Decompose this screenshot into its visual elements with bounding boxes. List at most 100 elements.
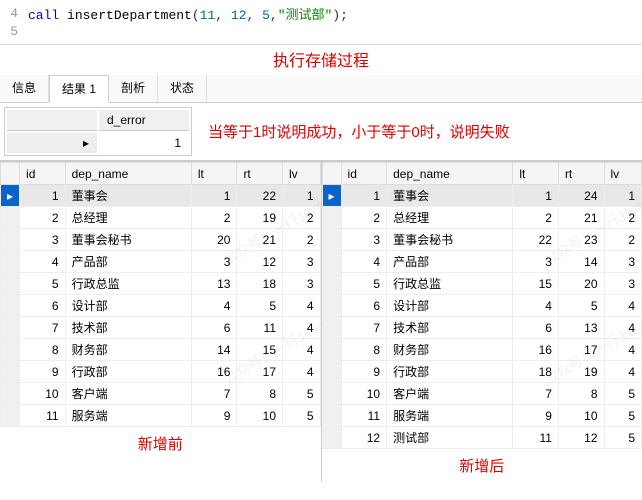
cell-lt[interactable]: 6 <box>191 317 237 339</box>
cell-lv[interactable]: 3 <box>283 273 320 295</box>
cell-dep_name[interactable]: 技术部 <box>65 317 191 339</box>
table-row[interactable]: 12测试部11125 <box>322 427 642 449</box>
cell-rt[interactable]: 14 <box>558 251 604 273</box>
cell-rt[interactable]: 24 <box>558 185 604 207</box>
cell-lt[interactable]: 11 <box>513 427 559 449</box>
table-row[interactable]: 6设计部454 <box>1 295 321 317</box>
cell-dep_name[interactable]: 技术部 <box>387 317 513 339</box>
cell-lt[interactable]: 4 <box>191 295 237 317</box>
cell-id[interactable]: 10 <box>20 383 66 405</box>
cell-lv[interactable]: 2 <box>283 207 320 229</box>
cell-lv[interactable]: 4 <box>604 295 641 317</box>
cell-dep_name[interactable]: 测试部 <box>387 427 513 449</box>
cell-lv[interactable]: 2 <box>283 229 320 251</box>
cell-lv[interactable]: 4 <box>604 317 641 339</box>
cell-lt[interactable]: 9 <box>191 405 237 427</box>
cell-rt[interactable]: 10 <box>558 405 604 427</box>
cell-id[interactable]: 8 <box>341 339 387 361</box>
cell-rt[interactable]: 17 <box>237 361 283 383</box>
cell-rt[interactable]: 13 <box>558 317 604 339</box>
cell-lt[interactable]: 20 <box>191 229 237 251</box>
table-row[interactable]: 3董事会秘书20212 <box>1 229 321 251</box>
cell-id[interactable]: 5 <box>20 273 66 295</box>
cell-lv[interactable]: 4 <box>604 339 641 361</box>
cell-lv[interactable]: 5 <box>604 383 641 405</box>
cell-rt[interactable]: 11 <box>237 317 283 339</box>
cell-lt[interactable]: 6 <box>513 317 559 339</box>
cell-lv[interactable]: 4 <box>283 361 320 383</box>
cell-lt[interactable]: 2 <box>513 207 559 229</box>
cell-id[interactable]: 11 <box>341 405 387 427</box>
cell-rt[interactable]: 12 <box>237 251 283 273</box>
cell-id[interactable]: 7 <box>20 317 66 339</box>
table-row[interactable]: ▸1董事会1241 <box>322 185 642 207</box>
table-row[interactable]: 3董事会秘书22232 <box>322 229 642 251</box>
cell-lt[interactable]: 4 <box>513 295 559 317</box>
cell-id[interactable]: 7 <box>341 317 387 339</box>
tab-状态[interactable]: 状态 <box>158 75 207 102</box>
table-row[interactable]: 5行政总监13183 <box>1 273 321 295</box>
code-editor[interactable]: 4call insertDepartment(11, 12, 5,"测试部");… <box>0 0 642 45</box>
cell-dep_name[interactable]: 服务端 <box>387 405 513 427</box>
cell-rt[interactable]: 21 <box>558 207 604 229</box>
table-row[interactable]: 6设计部454 <box>322 295 642 317</box>
col-id[interactable]: id <box>20 163 66 185</box>
cell-dep_name[interactable]: 董事会秘书 <box>387 229 513 251</box>
table-row[interactable]: 11服务端9105 <box>1 405 321 427</box>
cell-lv[interactable]: 5 <box>283 405 320 427</box>
cell-lv[interactable]: 4 <box>283 317 320 339</box>
cell-dep_name[interactable]: 行政总监 <box>387 273 513 295</box>
col-rt[interactable]: rt <box>558 163 604 185</box>
table-row[interactable]: 10客户端785 <box>1 383 321 405</box>
tab-结果 1[interactable]: 结果 1 <box>49 75 109 103</box>
cell-rt[interactable]: 23 <box>558 229 604 251</box>
cell-rt[interactable]: 20 <box>558 273 604 295</box>
cell-rt[interactable]: 21 <box>237 229 283 251</box>
col-rt[interactable]: rt <box>237 163 283 185</box>
cell-lt[interactable]: 18 <box>513 361 559 383</box>
cell-rt[interactable]: 22 <box>237 185 283 207</box>
cell-id[interactable]: 8 <box>20 339 66 361</box>
col-lv[interactable]: lv <box>604 163 641 185</box>
cell-id[interactable]: 11 <box>20 405 66 427</box>
table-row[interactable]: 7技术部6114 <box>1 317 321 339</box>
cell-dep_name[interactable]: 客户端 <box>65 383 191 405</box>
cell-lt[interactable]: 16 <box>191 361 237 383</box>
cell-rt[interactable]: 10 <box>237 405 283 427</box>
cell-lt[interactable]: 3 <box>513 251 559 273</box>
table-row[interactable]: 2总经理2192 <box>1 207 321 229</box>
cell-rt[interactable]: 5 <box>558 295 604 317</box>
col-lt[interactable]: lt <box>513 163 559 185</box>
cell-id[interactable]: 5 <box>341 273 387 295</box>
cell-lv[interactable]: 2 <box>604 207 641 229</box>
cell-lv[interactable]: 3 <box>604 251 641 273</box>
cell-dep_name[interactable]: 董事会秘书 <box>65 229 191 251</box>
cell-lt[interactable]: 16 <box>513 339 559 361</box>
table-row[interactable]: 4产品部3143 <box>322 251 642 273</box>
col-lt[interactable]: lt <box>191 163 237 185</box>
cell-dep_name[interactable]: 财务部 <box>65 339 191 361</box>
table-row[interactable]: 10客户端785 <box>322 383 642 405</box>
cell-rt[interactable]: 19 <box>558 361 604 383</box>
cell-rt[interactable]: 19 <box>237 207 283 229</box>
cell-lt[interactable]: 22 <box>513 229 559 251</box>
cell-lv[interactable]: 4 <box>283 339 320 361</box>
col-lv[interactable]: lv <box>283 163 320 185</box>
cell-rt[interactable]: 18 <box>237 273 283 295</box>
table-row[interactable]: 9行政部18194 <box>322 361 642 383</box>
table-row[interactable]: 8财务部14154 <box>1 339 321 361</box>
cell-rt[interactable]: 12 <box>558 427 604 449</box>
cell-lv[interactable]: 5 <box>283 383 320 405</box>
cell-id[interactable]: 2 <box>341 207 387 229</box>
cell-dep_name[interactable]: 行政部 <box>65 361 191 383</box>
cell-lt[interactable]: 1 <box>191 185 237 207</box>
cell-dep_name[interactable]: 客户端 <box>387 383 513 405</box>
table-row[interactable]: 4产品部3123 <box>1 251 321 273</box>
grid-before-table[interactable]: iddep_nameltrtlv▸1董事会12212总经理21923董事会秘书2… <box>0 162 321 427</box>
cell-dep_name[interactable]: 财务部 <box>387 339 513 361</box>
cell-rt[interactable]: 8 <box>237 383 283 405</box>
cell-lv[interactable]: 5 <box>604 427 641 449</box>
cell-rt[interactable]: 15 <box>237 339 283 361</box>
cell-dep_name[interactable]: 总经理 <box>387 207 513 229</box>
cell-id[interactable]: 1 <box>341 185 387 207</box>
